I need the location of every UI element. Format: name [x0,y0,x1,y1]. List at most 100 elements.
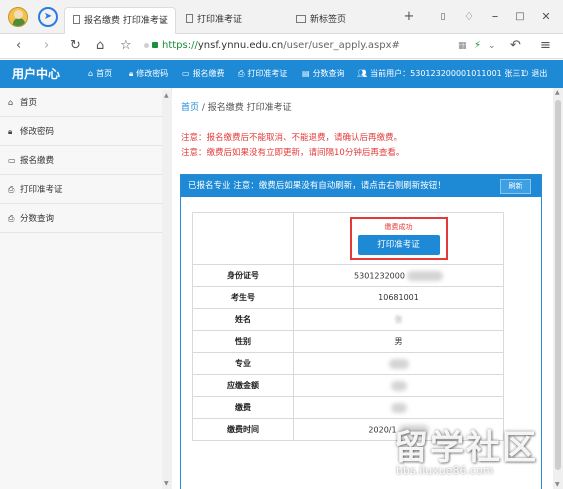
chevron-down-icon[interactable]: ⌄ [488,37,496,55]
row-label: 姓名 [192,308,294,331]
row-label: 性别 [192,330,294,353]
table-row: 身份证号 5301232000 [192,264,504,287]
qr-icon[interactable]: ▦ [458,37,467,55]
watermark-logo-text: 留学社区 [394,428,538,468]
scroll-down-icon[interactable]: ▼ [164,480,169,487]
watermark-url: bbs.liuxue86.com [396,464,494,477]
site-info-icon[interactable] [144,43,149,48]
home-icon: ⌂ [88,69,94,78]
reader-icon[interactable]: ▯ [434,8,452,26]
row-value-exam-number: 10681001 [293,286,504,309]
sidebar-item-apply-pay[interactable]: ▭ 报名缴费 [0,146,171,175]
lock-icon [152,42,158,48]
forward-button[interactable]: › [44,37,49,55]
row-label: 缴费时间 [192,418,294,441]
row-value-text: 2020/1 [368,425,397,434]
panel-header: 已报名专业 注意：缴费后如果没有自动刷新，请点击右侧刷新按钮！ 刷新 [181,175,541,197]
undo-button[interactable]: ↶ [510,37,521,55]
notice-no-refund: 注意：报名缴费后不能取消、不能退费，请确认后再缴费。 [181,133,403,143]
nav-score-query-label: 分数查询 [312,69,345,78]
minimize-button[interactable]: – [486,8,504,26]
sidebar: ⌂ 首页 🔒︎ 修改密码 ▭ 报名缴费 ⎙ 打印准考证 ⎙ 分数查询 [0,88,172,489]
row-label: 应缴金额 [192,374,294,397]
row-value-gender: 男 [293,330,504,353]
url-host: ynsf.ynnu.edu.cn [197,40,284,51]
table-cell-empty [192,212,294,265]
new-tab-page-icon [296,15,306,23]
nav-current-user-label: 当前用户：530123200001011001 张三1 [370,69,526,78]
print-ticket-button[interactable]: 打印准考证 [357,235,440,255]
table-row: 应缴金额 [192,374,504,397]
sidebar-item-score-query[interactable]: ⎙ 分数查询 [0,204,171,233]
home-icon: ⌂ [8,98,14,107]
redacted-blur [390,402,407,413]
breadcrumb-current: 报名缴费 打印准考证 [207,103,292,113]
nav-print-ticket[interactable]: ⎙ 打印准考证 [238,60,287,88]
row-value-amount-due [293,374,504,397]
menu-button[interactable]: ≡ [540,37,551,55]
nav-home[interactable]: ⌂ 首页 [88,60,112,88]
tab-label: 打印准考证 [197,15,243,25]
scroll-down-icon[interactable]: ▼ [555,481,560,488]
shirt-icon[interactable]: ♢ [460,8,478,26]
compass-icon[interactable]: ➤ [38,7,58,27]
nav-change-password[interactable]: 🔒︎ 修改密码 [129,60,168,88]
maximize-button[interactable]: □ [511,8,529,26]
user-icon: 👥︎ [357,69,368,78]
tab-label: 报名缴费 打印准考证 [84,16,168,26]
bookmark-star-icon[interactable]: ☆ [120,37,132,55]
site-watermark: 留学社区 bbs.liuxue86.com [394,420,554,482]
nav-apply-pay-label: 报名缴费 [192,69,225,78]
scroll-up-icon[interactable]: ▲ [555,89,560,96]
lightning-icon[interactable]: ⚡︎ [474,37,481,55]
page-icon [73,15,80,24]
table-cell-action: 缴费成功 打印准考证 [293,212,504,265]
scroll-up-icon[interactable]: ▲ [164,92,169,99]
row-value-text: 5301232000 [354,271,405,280]
table-row: 缴费 [192,396,504,419]
row-value-major [293,352,504,375]
nav-logout[interactable]: ⏻ 退出 [522,60,547,88]
page-scrollbar[interactable]: ▲ ▼ [553,88,563,489]
back-button[interactable]: ‹ [16,37,21,55]
page-icon [186,14,193,23]
nav-score-query[interactable]: ▤ 分数查询 [302,60,345,88]
browser-tab[interactable]: 打印准考证 [178,7,284,34]
nav-logout-label: 退出 [531,69,548,78]
refresh-button[interactable]: 刷新 [500,179,531,194]
browser-tab-active[interactable]: 报名缴费 打印准考证 × [64,7,176,34]
user-avatar-icon[interactable] [8,7,28,27]
redacted-blur [406,270,443,281]
sidebar-item-print-ticket[interactable]: ⎙ 打印准考证 [0,175,171,204]
url-field[interactable]: https://ynsf.ynnu.edu.cn/user/user_apply… [152,37,478,55]
print-icon: ⎙ [8,185,15,194]
tab-label: 新标签页 [310,15,347,25]
reload-button[interactable]: ↻ [70,37,81,55]
sidebar-item-home[interactable]: ⌂ 首页 [0,88,171,117]
row-label: 专业 [192,352,294,375]
lock-icon: 🔒︎ [129,69,134,78]
browser-tab[interactable]: 新标签页 [288,7,386,34]
sidebar-item-label: 分数查询 [20,214,55,224]
close-window-button[interactable]: ✕ [537,8,555,26]
sidebar-item-change-password[interactable]: 🔒︎ 修改密码 [0,117,171,146]
new-tab-button[interactable]: + [400,8,418,26]
sidebar-item-label: 修改密码 [20,127,55,137]
home-button[interactable]: ⌂ [96,37,104,55]
nav-apply-pay[interactable]: ▭ 报名缴费 [182,60,225,88]
address-bar-row: ‹ › ↻ ⌂ ☆ https://ynsf.ynnu.edu.cn/user/… [0,34,563,59]
nav-current-user: 👥︎ 当前用户：530123200001011001 张三1 [357,60,525,88]
breadcrumb-home-link[interactable]: 首页 [181,103,199,113]
sidebar-item-label: 报名缴费 [20,156,55,166]
table-row: 专业 [192,352,504,375]
row-label: 缴费 [192,396,294,419]
breadcrumb-separator: / [199,103,208,113]
sidebar-scrollbar[interactable]: ▲ ▼ [162,90,172,489]
row-label: 考生号 [192,286,294,309]
print-icon: ⎙ [238,69,245,78]
url-scheme: https:// [162,40,198,51]
tab-close-icon[interactable]: × [160,8,168,35]
card-icon: ▭ [182,69,190,78]
scrollbar-thumb[interactable] [555,100,561,470]
payment-success-text: 缴费成功 [384,223,413,231]
